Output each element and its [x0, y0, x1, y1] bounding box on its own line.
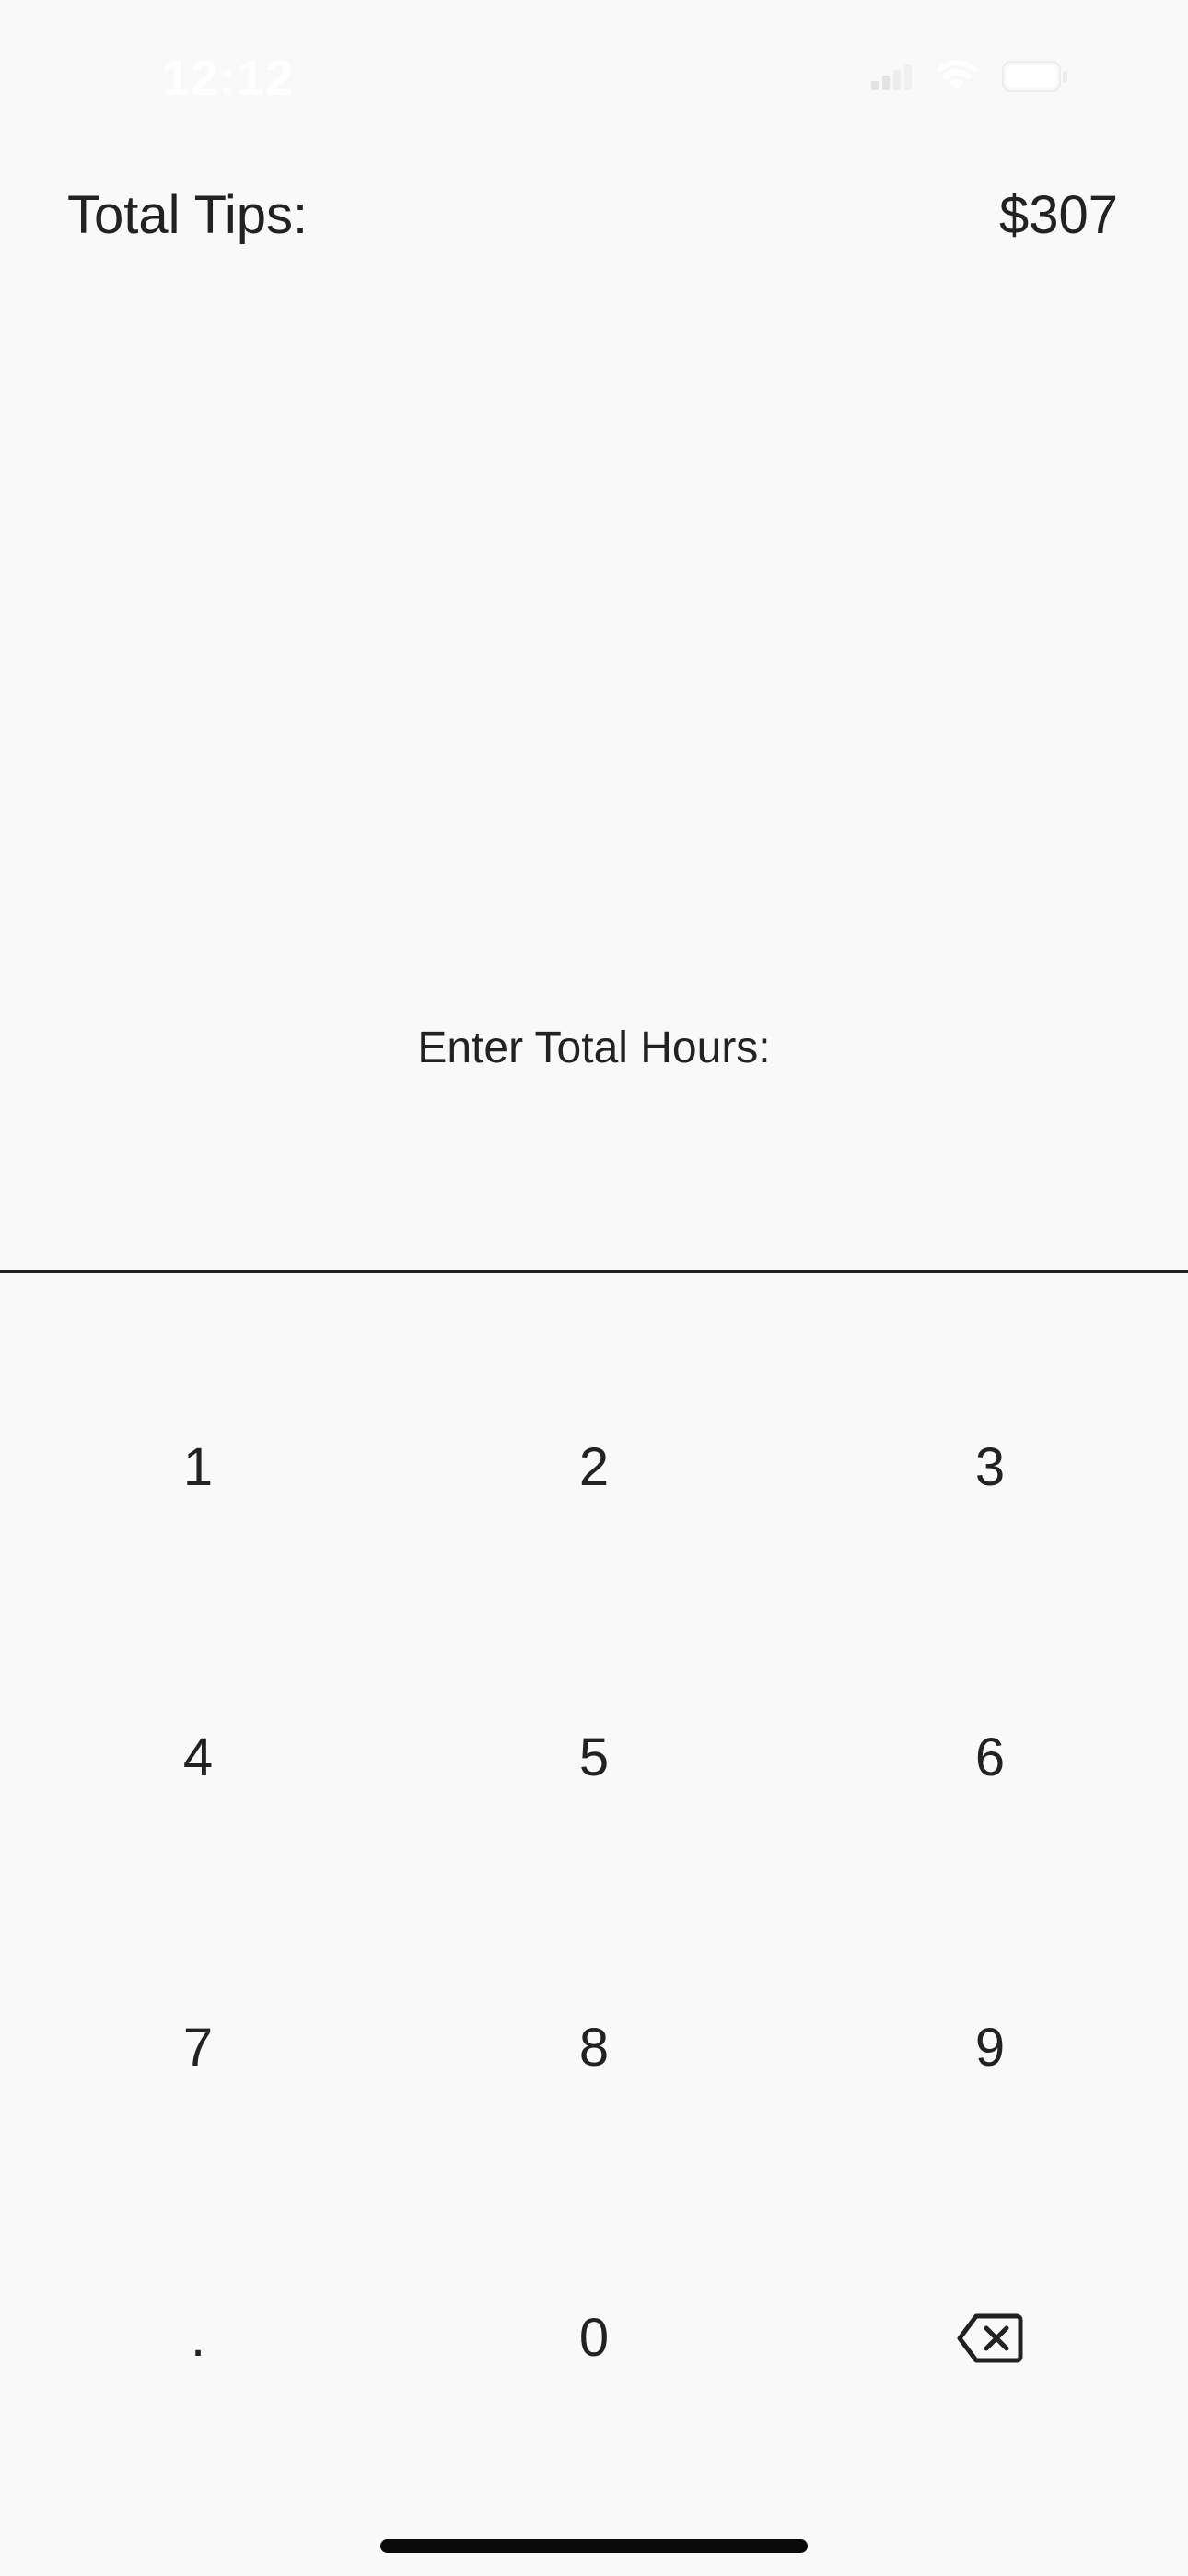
total-tips-label: Total Tips: [67, 185, 309, 245]
key-decimal[interactable]: . [0, 2193, 396, 2483]
cellular-signal-icon [871, 64, 912, 90]
key-9[interactable]: 9 [792, 1903, 1188, 2193]
hours-prompt: Enter Total Hours: [417, 1024, 771, 1072]
key-2[interactable]: 2 [396, 1322, 792, 1612]
key-8[interactable]: 8 [396, 1903, 792, 2193]
key-6[interactable]: 6 [792, 1612, 1188, 1903]
key-7[interactable]: 7 [0, 1903, 396, 2193]
key-0[interactable]: 0 [396, 2193, 792, 2483]
key-3[interactable]: 3 [792, 1322, 1188, 1612]
key-1[interactable]: 1 [0, 1322, 396, 1612]
total-tips-row: Total Tips: $307 [0, 184, 1188, 262]
key-4[interactable]: 4 [0, 1612, 396, 1903]
battery-icon [1002, 61, 1067, 92]
backspace-icon [957, 2313, 1023, 2362]
numeric-keypad: 1 2 3 4 5 6 7 8 9 . 0 [0, 1322, 1188, 2483]
hours-input[interactable] [0, 1135, 1188, 1273]
status-icons [871, 61, 1068, 92]
home-indicator[interactable] [380, 2539, 808, 2553]
key-5[interactable]: 5 [396, 1612, 792, 1903]
wifi-icon [936, 61, 978, 90]
status-time: 12:12 [162, 51, 295, 106]
status-bar: 12:12 [0, 0, 1188, 157]
total-tips-value: $307 [998, 185, 1118, 245]
delete-key[interactable] [792, 2193, 1188, 2483]
